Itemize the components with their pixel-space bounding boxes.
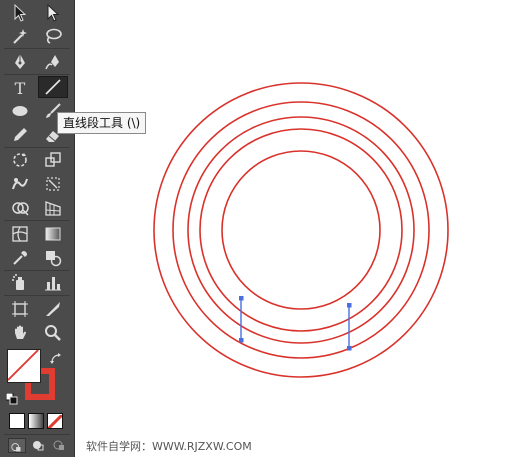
- ellipse-tool[interactable]: [5, 100, 35, 122]
- white-arrow-icon: [47, 3, 60, 22]
- type-t-icon: T: [15, 79, 26, 98]
- magic-wand-tool[interactable]: [5, 25, 35, 47]
- circle-ring[interactable]: [199, 128, 403, 332]
- tools-panel: T: [0, 0, 75, 457]
- artboard-tool[interactable]: [5, 298, 35, 320]
- separator: [4, 434, 70, 435]
- gradient-icon: [45, 227, 61, 241]
- scale-icon: [45, 152, 61, 167]
- blend-tool[interactable]: [38, 247, 68, 269]
- draw-normal-icon: [11, 443, 21, 452]
- anchor-point[interactable]: [239, 296, 244, 301]
- selected-line-segment[interactable]: [347, 303, 352, 351]
- blend-icon: [46, 251, 62, 267]
- curvature-pen-icon: [45, 55, 59, 70]
- type-tool[interactable]: T: [5, 77, 35, 99]
- hand-icon: [15, 325, 26, 339]
- slice-knife-icon: [46, 302, 60, 316]
- selection-tool[interactable]: [5, 2, 35, 24]
- svg-text:T: T: [15, 79, 26, 98]
- mesh-tool[interactable]: [5, 223, 35, 245]
- draw-behind-icon: [33, 441, 44, 451]
- eyedropper-tool[interactable]: [5, 247, 35, 269]
- color-mode-button[interactable]: [9, 413, 25, 429]
- shape-builder-tool[interactable]: [5, 197, 35, 219]
- fill-color-swatch[interactable]: [7, 349, 41, 383]
- pen-tool[interactable]: [5, 51, 35, 73]
- lasso-tool[interactable]: [38, 25, 68, 47]
- anchor-point[interactable]: [347, 303, 352, 308]
- magic-wand-icon: [13, 29, 27, 44]
- column-graph-tool[interactable]: [38, 272, 68, 294]
- mesh-icon: [12, 226, 28, 242]
- zoom-tool[interactable]: [38, 322, 68, 344]
- shape-builder-icon: [12, 202, 29, 216]
- watermark-text: 软件自学网：WWW.RJZXW.COM: [86, 440, 252, 453]
- rotate-icon: [13, 153, 27, 167]
- separator: [4, 220, 70, 221]
- circle-ring[interactable]: [172, 101, 430, 359]
- perspective-grid-tool[interactable]: [38, 197, 68, 219]
- free-transform-tool[interactable]: [38, 173, 68, 195]
- zoom-magnifier-icon: [45, 325, 61, 341]
- draw-inside-button[interactable]: [50, 438, 68, 453]
- anchor-point[interactable]: [347, 346, 352, 351]
- warp-icon: [12, 178, 28, 190]
- draw-inside-icon: [53, 440, 64, 450]
- symbol-sprayer-icon: [12, 274, 24, 290]
- perspective-grid-icon: [45, 201, 61, 216]
- rotate-tool[interactable]: [5, 149, 35, 171]
- none-slash-icon: [48, 414, 62, 428]
- pen-nib-icon: [15, 54, 25, 69]
- separator: [4, 147, 70, 148]
- circle-ring[interactable]: [221, 150, 381, 310]
- artboard-icon: [12, 301, 28, 317]
- lasso-icon: [46, 28, 62, 44]
- column-graph-icon: [45, 277, 61, 291]
- eyedropper-icon: [13, 251, 27, 265]
- direct-selection-tool[interactable]: [38, 2, 68, 24]
- separator: [4, 270, 70, 271]
- line-segment-icon: [45, 79, 61, 95]
- separator: [4, 295, 70, 296]
- default-colors-icon[interactable]: [5, 390, 18, 405]
- slice-tool[interactable]: [38, 298, 68, 320]
- scale-tool[interactable]: [38, 149, 68, 171]
- pencil-tool[interactable]: [5, 124, 35, 146]
- symbol-sprayer-tool[interactable]: [5, 272, 35, 294]
- circle-ring[interactable]: [153, 82, 449, 378]
- warp-tool[interactable]: [5, 173, 35, 195]
- concentric-circles: [153, 82, 449, 378]
- pencil-icon: [14, 128, 27, 141]
- selected-line-segment[interactable]: [239, 296, 244, 343]
- draw-behind-button[interactable]: [29, 438, 47, 453]
- separator: [4, 48, 70, 49]
- separator: [4, 74, 70, 75]
- arrow-cursor-icon: [14, 3, 27, 22]
- gradient-tool[interactable]: [38, 223, 68, 245]
- none-slash-icon: [8, 350, 39, 381]
- none-mode-button[interactable]: [47, 413, 63, 429]
- blob-brush-tool[interactable]: [38, 51, 68, 73]
- hand-tool[interactable]: [5, 322, 35, 344]
- free-transform-icon: [46, 177, 60, 191]
- gradient-mode-button[interactable]: [28, 413, 44, 429]
- line-segment-tool[interactable]: [38, 76, 68, 98]
- swap-fill-stroke-icon[interactable]: [50, 350, 62, 364]
- anchor-point[interactable]: [239, 338, 244, 343]
- draw-normal-button[interactable]: [8, 438, 26, 453]
- artboard-canvas[interactable]: [75, 0, 524, 457]
- ellipse-icon: [12, 106, 28, 116]
